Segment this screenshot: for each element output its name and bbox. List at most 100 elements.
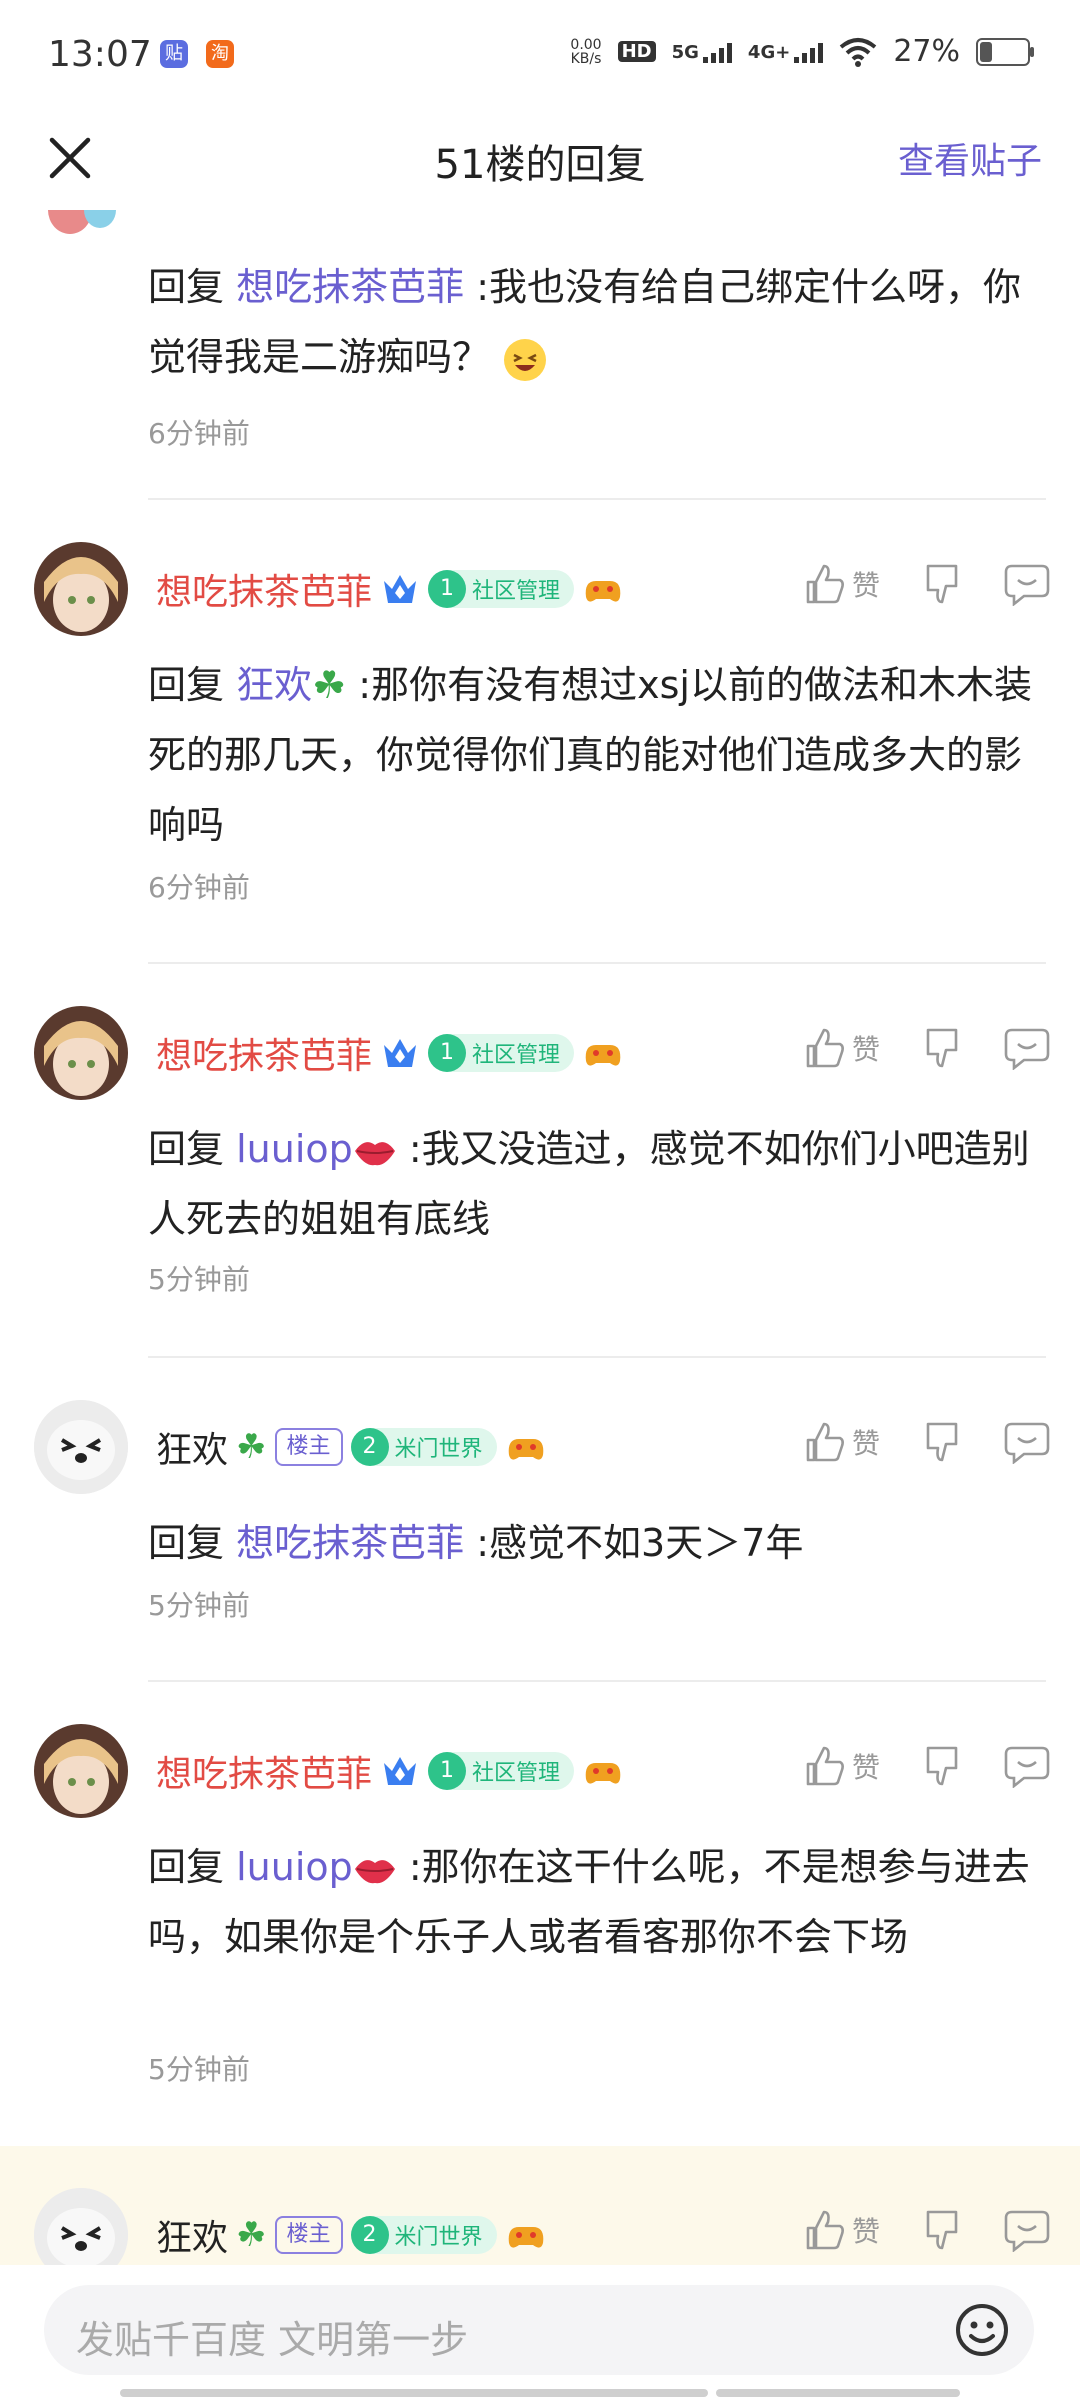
dislike-icon [926, 2210, 958, 2250]
reply-item: 想吃抹茶芭菲 1 社区管理 赞 [0, 964, 1080, 1358]
reply-item: 狂欢 ☘ 楼主 2 米门世界 赞 回复 想吃抹茶芭菲 :感觉不如3天＞7年 5分… [0, 1358, 1080, 1682]
dislike-button[interactable] [920, 2208, 964, 2252]
mention-link[interactable]: 狂欢 [236, 663, 312, 707]
comment-icon [1004, 2210, 1050, 2252]
comment-button[interactable] [1004, 1744, 1050, 1788]
user-line: 想吃抹茶芭菲 1 社区管理 [156, 564, 624, 614]
member-badge: 2 米门世界 [350, 2216, 497, 2254]
comment-button[interactable] [1004, 2208, 1050, 2252]
avatar[interactable] [34, 2188, 128, 2265]
dislike-button[interactable] [920, 1420, 964, 1464]
hd-indicator: HD [617, 41, 656, 62]
member-badge: 2 米门世界 [350, 1428, 497, 1466]
dislike-icon [926, 1422, 958, 1462]
avatar[interactable] [34, 1724, 128, 1818]
taobao-app-icon: 淘 [206, 40, 234, 68]
signal-5g: 5G [672, 41, 732, 63]
lips-icon [354, 1141, 395, 1165]
reply-actions: 赞 [762, 2208, 1050, 2252]
smile-icon[interactable] [954, 2302, 1010, 2358]
reply-list[interactable]: 回复 想吃抹茶芭菲 :我也没有给自己绑定什么呀，你觉得我是二游痴吗？ 6分钟前 … [0, 210, 1080, 2265]
battery-icon [976, 37, 1034, 66]
owner-tag: 楼主 [274, 1428, 343, 1466]
reply-body: 回复 狂欢☘ :那你有没有想过xsj以前的做法和木木装死的那几天，你觉得你们真的… [148, 663, 1032, 847]
like-button[interactable]: 赞 [802, 1744, 880, 1788]
mention-link[interactable]: luuiop [236, 1127, 353, 1171]
game-icon [508, 2227, 543, 2248]
reply-time: 5分钟前 [148, 1589, 250, 1622]
clover-icon: ☘ [312, 663, 347, 707]
comment-button[interactable] [1004, 1420, 1050, 1464]
dislike-button[interactable] [920, 1744, 964, 1788]
username[interactable]: 想吃抹茶芭菲 [156, 1745, 372, 1797]
status-bar: 13:07 贴 淘 0.00 KB/s HD 5G 4G+ 27% [0, 0, 1080, 110]
input-placeholder: 发贴千百度 文明第一步 [76, 2318, 469, 2362]
like-icon [806, 1422, 844, 1462]
mention-link[interactable]: luuiop [236, 1845, 353, 1889]
reply-time: 6分钟前 [148, 871, 250, 904]
like-icon [806, 2210, 844, 2250]
reply-body: 回复 luuiop :我又没造过，感觉不如你们小吧造别人死去的姐姐有底线 [148, 1127, 1030, 1241]
crown-icon [384, 1757, 417, 1785]
like-button[interactable]: 赞 [802, 2208, 880, 2252]
comment-button[interactable] [1004, 562, 1050, 606]
like-button[interactable]: 赞 [802, 1420, 880, 1464]
dislike-icon [926, 1746, 958, 1786]
owner-tag: 楼主 [274, 2216, 343, 2254]
wifi-icon [840, 37, 877, 67]
username[interactable]: 想吃抹茶芭菲 [156, 1027, 372, 1079]
member-badge: 1 社区管理 [428, 1752, 575, 1790]
battery-text: 27% [893, 34, 960, 69]
reply-actions: 赞 [762, 1744, 1050, 1788]
user-line: 想吃抹茶芭菲 1 社区管理 [156, 1028, 624, 1078]
view-post-link[interactable]: 查看贴子 [898, 132, 1042, 184]
like-button[interactable]: 赞 [802, 1026, 880, 1070]
comment-icon [1004, 1422, 1050, 1464]
mention-link[interactable]: 想吃抹茶芭菲 [236, 265, 464, 309]
like-icon [806, 1746, 844, 1786]
reply-actions: 赞 [762, 1026, 1050, 1070]
game-icon [585, 581, 621, 602]
reply-body: 回复 想吃抹茶芭菲 :我也没有给自己绑定什么呀，你觉得我是二游痴吗？ [148, 252, 1040, 392]
nav-indicator [716, 2389, 960, 2397]
username[interactable]: 狂欢 [156, 1421, 228, 1473]
reply-time: 5分钟前 [148, 1263, 250, 1296]
avatar[interactable] [34, 1400, 128, 1494]
bottom-input-bar: 发贴千百度 文明第一步 [0, 2265, 1080, 2400]
crown-icon [384, 575, 417, 603]
reply-item: 狂欢 ☘ 楼主 2 米门世界 赞 [0, 2146, 1080, 2265]
reply-item: 想吃抹茶芭菲 1 社区管理 赞 [0, 500, 1080, 964]
net-speed: 0.00 KB/s [570, 36, 602, 67]
member-badge: 1 社区管理 [428, 570, 575, 608]
status-time: 13:07 [48, 34, 152, 75]
reply-time: 5分钟前 [148, 2053, 250, 2086]
avatar[interactable] [34, 542, 128, 636]
reply-actions: 赞 [762, 562, 1050, 606]
dislike-button[interactable] [920, 1026, 964, 1070]
tieba-app-icon: 贴 [160, 40, 188, 68]
reply-body: 回复 想吃抹茶芭菲 :感觉不如3天＞7年 [148, 1521, 804, 1565]
avatar[interactable] [34, 1006, 128, 1100]
game-icon [508, 1439, 543, 1460]
avatar-partial [48, 210, 116, 234]
clover-icon: ☘ [236, 1427, 267, 1467]
comment-icon [1004, 1028, 1050, 1070]
like-button[interactable]: 赞 [802, 562, 880, 606]
signal-4g: 4G+ [748, 41, 824, 63]
username[interactable]: 想吃抹茶芭菲 [156, 563, 372, 615]
game-icon [585, 1763, 621, 1784]
like-icon [806, 564, 844, 604]
reply-input[interactable]: 发贴千百度 文明第一步 [44, 2285, 1034, 2375]
dislike-button[interactable] [920, 562, 964, 606]
crown-icon [384, 1039, 417, 1067]
member-badge: 1 社区管理 [428, 1034, 575, 1072]
user-line: 想吃抹茶芭菲 1 社区管理 [156, 1746, 624, 1796]
username[interactable]: 狂欢 [156, 2209, 228, 2261]
nav-indicator [372, 2389, 708, 2397]
user-line: 狂欢 ☘ 楼主 2 米门世界 [156, 1422, 547, 1472]
mention-link[interactable]: 想吃抹茶芭菲 [236, 1521, 464, 1565]
dislike-icon [926, 1028, 958, 1068]
comment-button[interactable] [1004, 1026, 1050, 1070]
reply-body: 回复 luuiop :那你在这干什么呢，不是想参与进去吗，如果你是个乐子人或者看… [148, 1845, 1030, 1959]
like-icon [806, 1028, 844, 1068]
